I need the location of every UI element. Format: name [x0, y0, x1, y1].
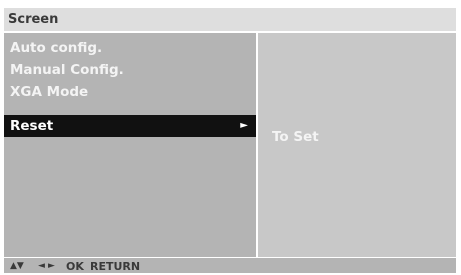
menu-list: Auto config. Manual Config. XGA Mode Res…: [4, 33, 258, 257]
triangle-right-icon: ►: [240, 120, 248, 131]
footer-hints: ▲▼ ◄ ► OK RETURN: [4, 258, 456, 273]
submenu-panel: To Set: [258, 33, 456, 257]
submenu-option-to-set[interactable]: To Set: [272, 126, 319, 148]
menu-item-label: Manual Config.: [10, 62, 124, 78]
ok-hint: OK: [66, 260, 84, 273]
menu-title: Screen: [8, 12, 59, 27]
left-right-arrows-icon: ◄ ►: [38, 261, 55, 271]
menu-item-xga-mode[interactable]: XGA Mode: [4, 81, 256, 103]
menu-item-reset[interactable]: Reset ►: [4, 115, 256, 137]
menu-item-label: Auto config.: [10, 40, 103, 56]
menu-item-auto-config[interactable]: Auto config.: [4, 37, 256, 59]
title-bar: Screen: [4, 8, 456, 32]
menu-item-label: XGA Mode: [10, 84, 89, 100]
menu-item-manual-config[interactable]: Manual Config.: [4, 59, 256, 81]
menu-item-label: Reset: [10, 118, 54, 134]
up-down-arrows-icon: ▲▼: [10, 261, 24, 271]
return-hint: RETURN: [90, 260, 141, 273]
osd-menu: Screen Auto config. Manual Config. XGA M…: [4, 8, 456, 273]
